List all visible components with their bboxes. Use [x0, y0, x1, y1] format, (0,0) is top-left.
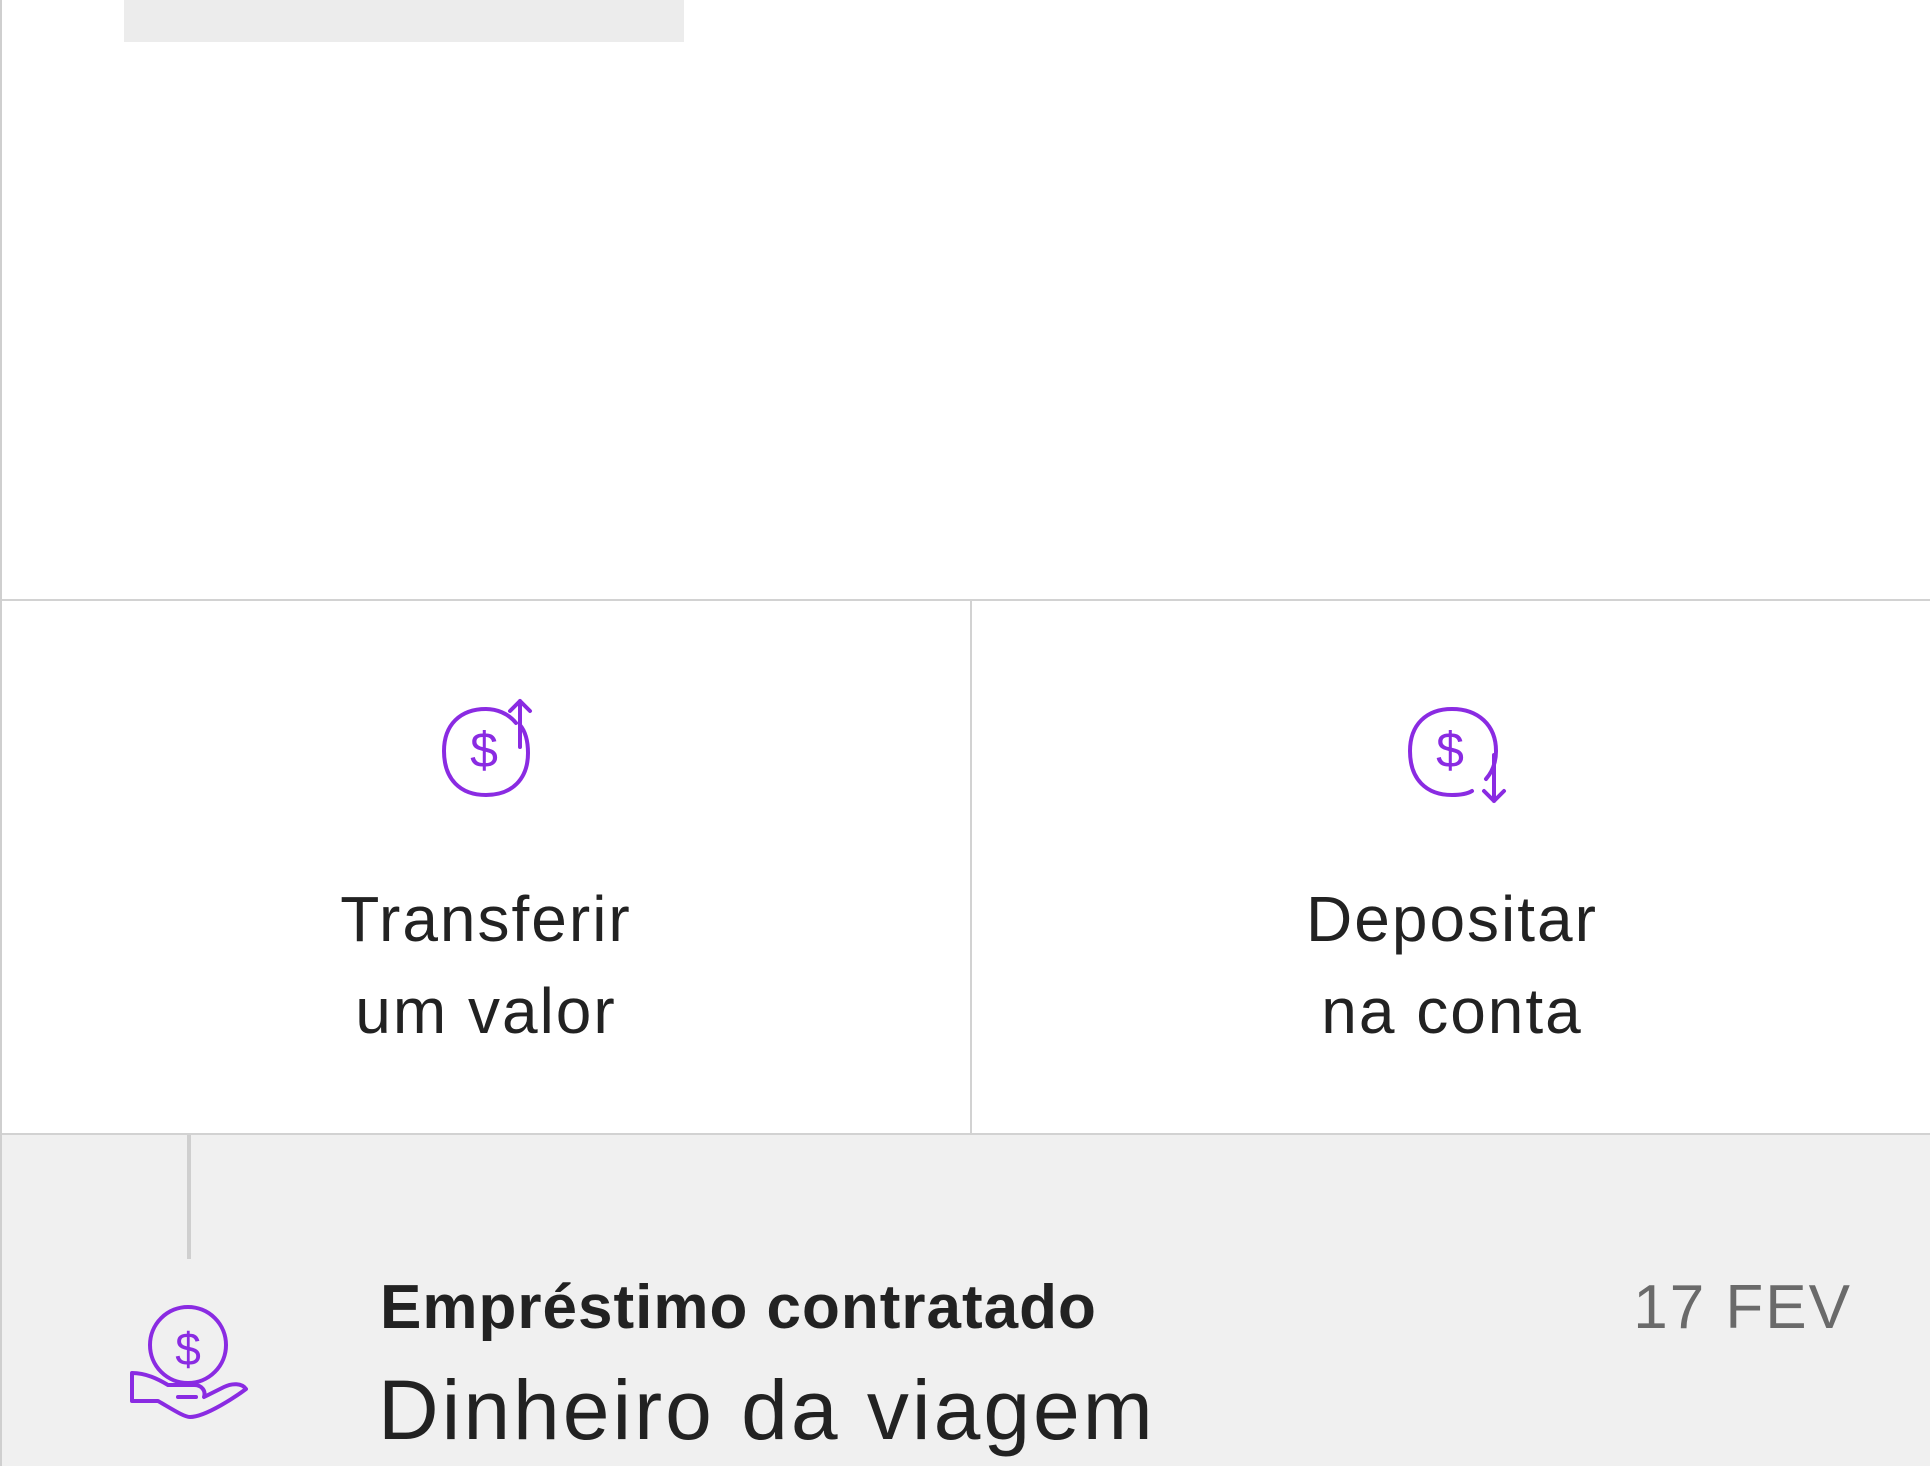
deposit-label-line2: na conta [1321, 975, 1583, 1047]
deposit-action-label: Depositar na conta [972, 873, 1930, 1057]
money-transfer-up-icon: $ [424, 691, 548, 815]
svg-text:$: $ [175, 1323, 201, 1375]
feed-item-date: 17 FEV [1633, 1273, 1852, 1342]
feed-item-type: Empréstimo contratado [380, 1273, 1097, 1342]
account-screen: $ Transferir um valor $ Depositar na con… [0, 0, 1930, 1466]
loading-placeholder [124, 0, 684, 42]
timeline-connector [187, 1135, 191, 1259]
loan-hand-coin-icon: $ [128, 1305, 252, 1425]
transfer-action-label: Transferir um valor [2, 873, 970, 1057]
feed-item-title: Dinheiro da viagem [378, 1363, 1156, 1457]
quick-actions: $ Transferir um valor $ Depositar na con… [2, 599, 1930, 1135]
svg-text:$: $ [1436, 722, 1464, 778]
transfer-label-line2: um valor [355, 975, 617, 1047]
svg-text:$: $ [470, 722, 498, 778]
money-deposit-down-icon: $ [1390, 691, 1514, 815]
deposit-action-button[interactable]: $ Depositar na conta [970, 601, 1930, 1133]
deposit-label-line1: Depositar [1306, 883, 1598, 955]
transfer-label-line1: Transferir [340, 883, 632, 955]
transfer-action-button[interactable]: $ Transferir um valor [2, 601, 970, 1133]
